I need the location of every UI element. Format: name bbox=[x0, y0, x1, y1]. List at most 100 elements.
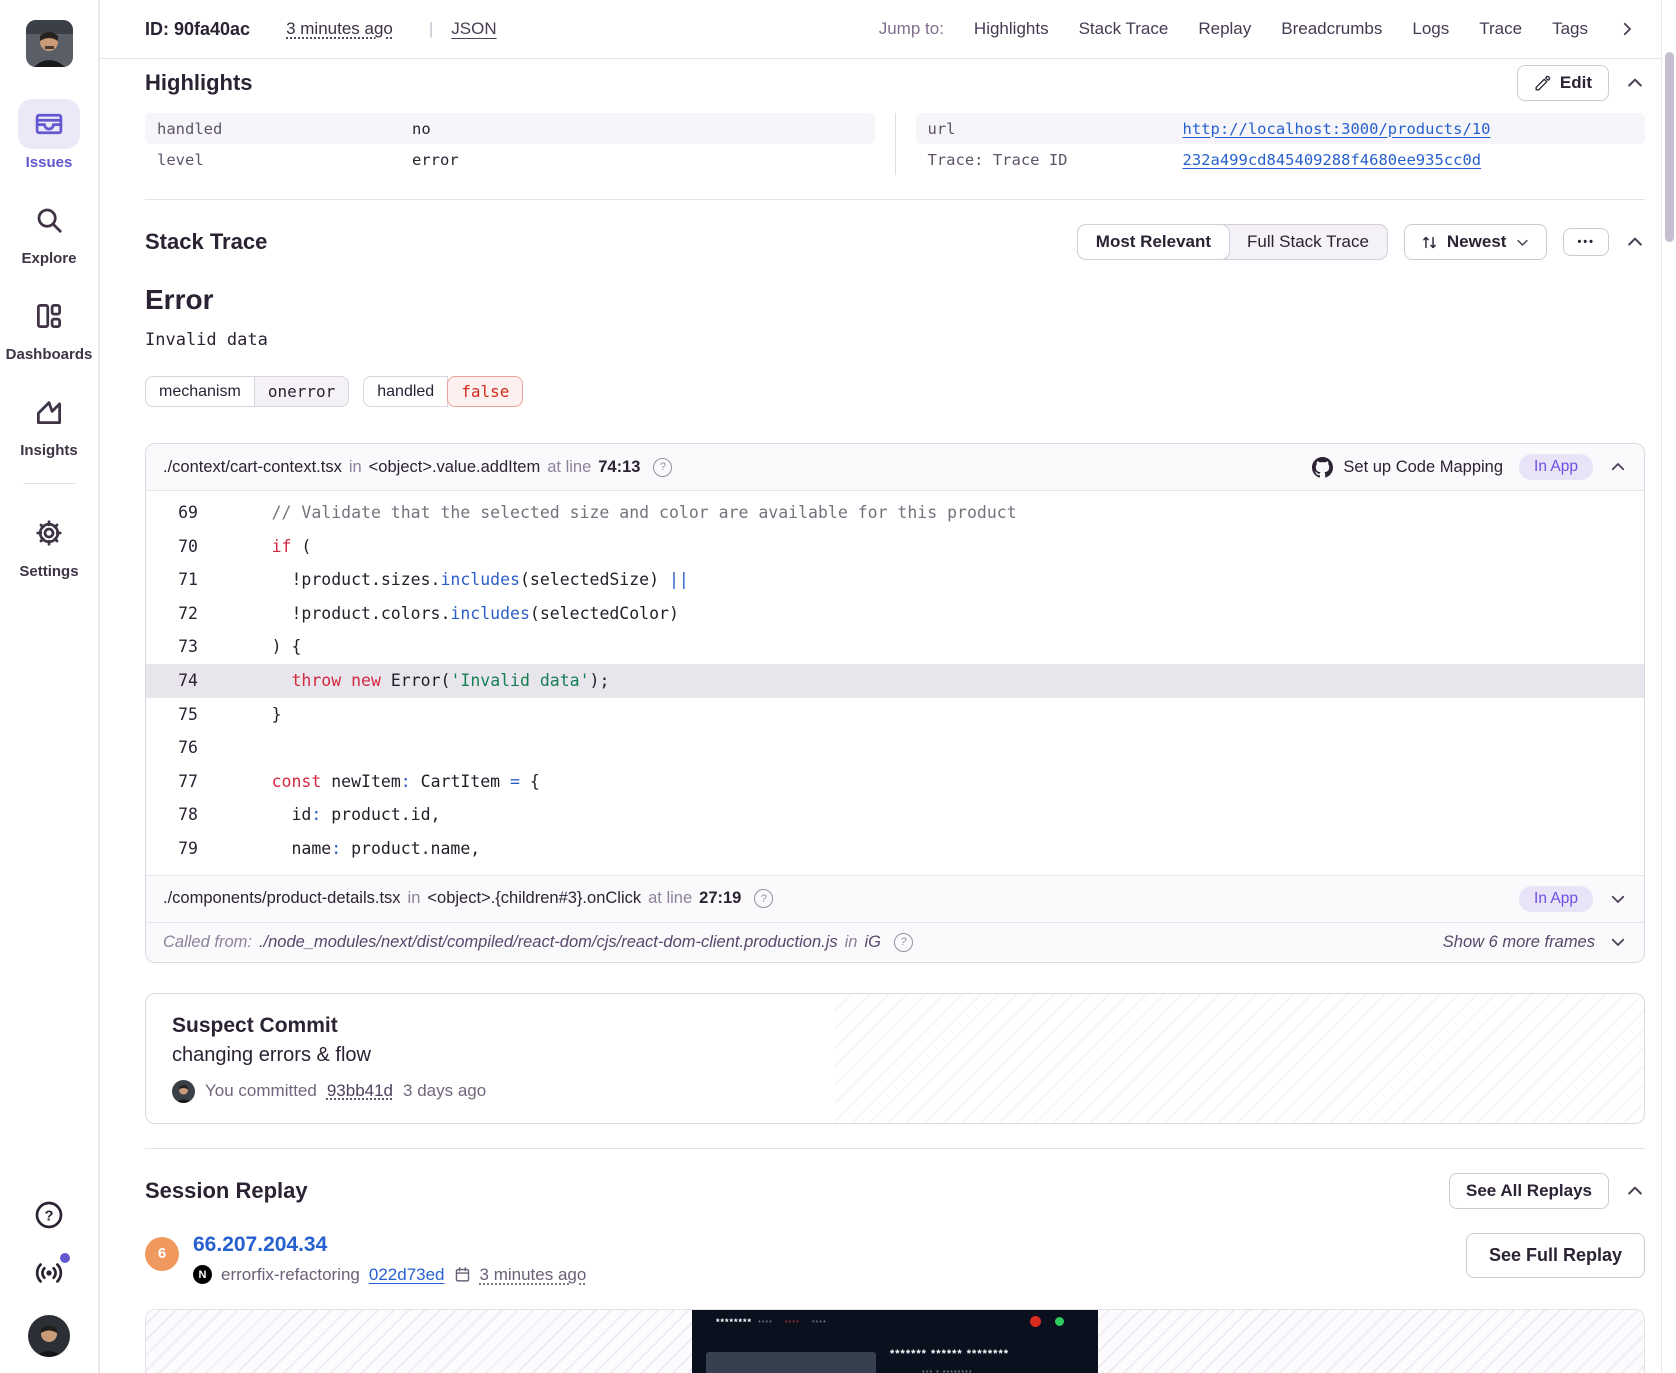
sort-newest-button[interactable]: Newest bbox=[1403, 224, 1548, 260]
code-line: 71 !product.sizes.includes(selectedSize)… bbox=[146, 563, 1644, 597]
collapse-stack-trace-icon[interactable] bbox=[1625, 232, 1645, 252]
most-relevant-tab[interactable]: Most Relevant bbox=[1076, 224, 1231, 260]
sidebar-item-label: Settings bbox=[19, 563, 79, 580]
replay-time-ago[interactable]: 3 minutes ago bbox=[480, 1265, 587, 1285]
collapse-frame-icon[interactable] bbox=[1609, 458, 1627, 476]
in-app-badge[interactable]: In App bbox=[1519, 454, 1593, 480]
stack-frame-header[interactable]: ./components/product-details.tsx in <obj… bbox=[146, 874, 1644, 922]
broadcast-icon[interactable] bbox=[33, 1253, 70, 1289]
frame-in-label: in bbox=[407, 889, 421, 908]
scrollbar-thumb[interactable] bbox=[1665, 52, 1674, 242]
stack-frame-header[interactable]: ./context/cart-context.tsx in <object>.v… bbox=[146, 444, 1644, 491]
user-avatar[interactable] bbox=[28, 1315, 70, 1357]
main-panel: ID: 90fa40ac 3 minutes ago | JSON Jump t… bbox=[100, 0, 1676, 1373]
jump-link-breadcrumbs[interactable]: Breadcrumbs bbox=[1281, 19, 1382, 39]
tag-key: mechanism bbox=[145, 376, 255, 407]
chevron-right-icon[interactable] bbox=[1618, 20, 1636, 38]
stack-trace-section: Stack Trace Most Relevant Full Stack Tra… bbox=[145, 224, 1645, 1124]
sidebar-item-insights[interactable]: Insights bbox=[18, 387, 80, 459]
code-text: throw new Error('Invalid data'); bbox=[291, 670, 610, 690]
svg-text:?: ? bbox=[45, 1209, 54, 1225]
sidebar-item-issues[interactable]: Issues bbox=[17, 99, 80, 171]
question-circle-icon[interactable]: ? bbox=[653, 457, 673, 477]
section-divider bbox=[145, 1147, 1645, 1149]
event-time-ago[interactable]: 3 minutes ago bbox=[286, 19, 393, 39]
code-text: name: product.name, bbox=[212, 838, 481, 858]
jump-link-tags[interactable]: Tags bbox=[1552, 19, 1588, 39]
url-link[interactable]: http://localhost:3000/products/10 bbox=[1183, 120, 1491, 138]
full-stack-trace-tab[interactable]: Full Stack Trace bbox=[1229, 225, 1387, 259]
jump-link-stack-trace[interactable]: Stack Trace bbox=[1079, 19, 1169, 39]
jump-link-logs[interactable]: Logs bbox=[1412, 19, 1449, 39]
setup-code-mapping-link[interactable]: Set up Code Mapping bbox=[1312, 456, 1503, 478]
jump-link-trace[interactable]: Trace bbox=[1479, 19, 1522, 39]
see-full-replay-button[interactable]: See Full Replay bbox=[1465, 1232, 1645, 1278]
highlight-value: error bbox=[412, 150, 459, 169]
avatar-photo bbox=[25, 20, 73, 67]
highlight-row: Trace: Trace ID 232a499cd845409288f4680e… bbox=[916, 144, 1646, 175]
error-tags: mechanism onerror handled false bbox=[145, 376, 1645, 407]
line-number: 69 bbox=[178, 503, 198, 522]
jump-to-label: Jump to: bbox=[878, 19, 944, 38]
highlight-key: handled bbox=[157, 119, 223, 138]
jump-link-highlights[interactable]: Highlights bbox=[974, 19, 1049, 39]
code-line: 70 if ( bbox=[146, 530, 1644, 564]
committed-by-label: You committed bbox=[205, 1081, 317, 1101]
frame-line-number: 74:13 bbox=[598, 457, 641, 476]
chevron-down-icon bbox=[1611, 938, 1625, 946]
highlight-key: Trace: Trace ID bbox=[927, 150, 1068, 169]
sidebar-item-dashboards[interactable]: Dashboards bbox=[6, 291, 92, 363]
jump-link-replay[interactable]: Replay bbox=[1198, 19, 1251, 39]
issues-icon bbox=[17, 99, 80, 149]
edit-highlights-button[interactable]: Edit bbox=[1516, 65, 1609, 101]
app-window: Issues Explore Dashboards Insights Setti… bbox=[0, 0, 1676, 1373]
line-number: 77 bbox=[178, 771, 198, 791]
org-avatar[interactable] bbox=[25, 20, 73, 67]
mechanism-tag: mechanism onerror bbox=[145, 376, 350, 407]
line-number: 71 bbox=[178, 570, 198, 590]
json-link[interactable]: JSON bbox=[451, 19, 496, 39]
highlight-row: handled no bbox=[145, 113, 875, 144]
commit-hash-link[interactable]: 93bb41d bbox=[327, 1081, 393, 1101]
code-line: 74 throw new Error('Invalid data'); bbox=[146, 663, 1644, 698]
column-divider bbox=[894, 113, 896, 175]
code-text: const newItem: CartItem = { bbox=[271, 771, 540, 791]
collapse-highlights-icon[interactable] bbox=[1625, 73, 1645, 93]
code-text: // Validate that the selected size and c… bbox=[212, 503, 1017, 522]
line-number: 79 bbox=[178, 838, 198, 858]
tag-value: onerror bbox=[254, 376, 350, 407]
error-message: Invalid data bbox=[145, 330, 268, 350]
line-number: 74 bbox=[178, 670, 198, 690]
question-circle-icon[interactable]: ? bbox=[893, 932, 913, 952]
event-id-group: ID: 90fa40ac 3 minutes ago | JSON bbox=[145, 19, 497, 40]
question-circle-icon[interactable]: ? bbox=[754, 889, 774, 909]
help-icon[interactable]: ? bbox=[33, 1199, 65, 1231]
release-commit-link[interactable]: 022d73ed bbox=[369, 1265, 445, 1285]
separator: | bbox=[428, 19, 434, 38]
scrollbar-track[interactable] bbox=[1661, 0, 1676, 1373]
show-more-frames[interactable]: Show 6 more frames bbox=[1443, 933, 1627, 952]
stack-frames-card: ./context/cart-context.tsx in <object>.v… bbox=[145, 443, 1645, 963]
replay-ip-link[interactable]: 66.207.204.34 bbox=[193, 1233, 327, 1256]
highlights-section: Highlights Edit handled no level error u… bbox=[145, 65, 1645, 175]
calendar-icon bbox=[455, 1267, 469, 1282]
see-all-replays-button[interactable]: See All Replays bbox=[1449, 1172, 1609, 1209]
expand-frame-icon[interactable] bbox=[1609, 890, 1627, 908]
sidebar-item-settings[interactable]: Settings bbox=[18, 508, 80, 580]
in-app-badge[interactable]: In App bbox=[1519, 885, 1593, 912]
suspect-commit-card: Suspect Commit changing errors & flow Yo… bbox=[145, 992, 1645, 1124]
replay-user-row: 6 66.207.204.34 N errorfix-refactoring 0… bbox=[145, 1232, 1645, 1285]
frame-function: <object>.{children#3}.onClick bbox=[427, 889, 642, 908]
sidebar-item-explore[interactable]: Explore bbox=[18, 195, 80, 267]
sidebar-item-label: Explore bbox=[21, 250, 77, 267]
trace-id-link[interactable]: 232a499cd845409288f4680ee935cc0d bbox=[1183, 151, 1482, 169]
tag-value: false bbox=[447, 376, 524, 407]
more-options-button[interactable]: ••• bbox=[1563, 228, 1609, 256]
highlight-key: url bbox=[927, 119, 956, 138]
replay-player[interactable]: ******** **** **** **** ******* ****** *… bbox=[145, 1308, 1645, 1373]
collapse-replay-icon[interactable] bbox=[1625, 1181, 1645, 1201]
search-icon bbox=[18, 195, 80, 245]
replay-meta: N errorfix-refactoring 022d73ed 3 minute… bbox=[193, 1265, 586, 1285]
event-id: ID: 90fa40ac bbox=[145, 18, 251, 39]
sidebar-bottom: ? bbox=[28, 1199, 70, 1373]
